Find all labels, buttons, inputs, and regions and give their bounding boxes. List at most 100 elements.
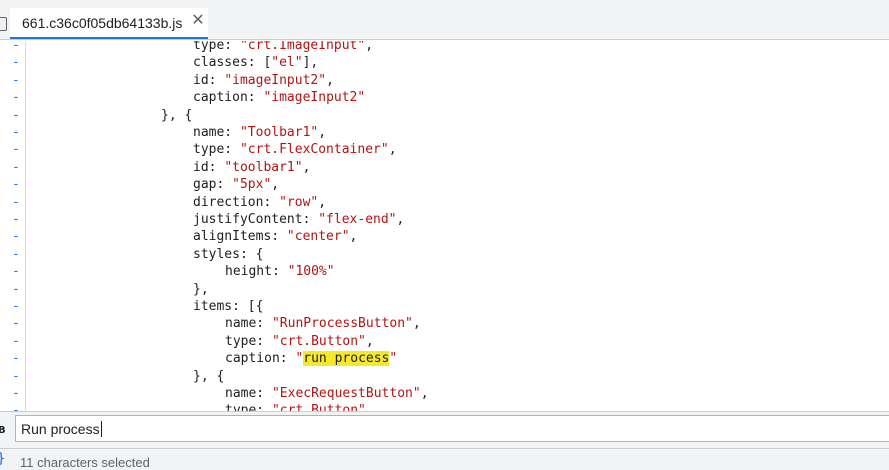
code-token: , — [412, 316, 421, 332]
code-line: - name: "RunProcessButton", — [0, 315, 889, 332]
code-line: - type: "crt.Button" — [0, 402, 889, 411]
line-marker: - — [12, 264, 20, 280]
line-marker: - — [12, 177, 20, 193]
code-token: height: — [225, 264, 288, 280]
code-token: , — [318, 194, 327, 210]
search-input[interactable]: Run process — [15, 415, 889, 442]
line-marker: - — [12, 316, 20, 332]
line-marker: - — [12, 281, 20, 297]
code-line: - alignItems: "center", — [0, 228, 889, 245]
code-text: name: "Toolbar1", — [193, 124, 326, 141]
line-marker: - — [12, 229, 20, 245]
code-token: , — [388, 142, 397, 158]
line-marker: - — [12, 55, 20, 71]
string-literal: " — [389, 351, 398, 367]
string-literal: "crt.FlexContainer" — [239, 142, 389, 158]
line-marker: - — [12, 72, 20, 88]
code-line: - id: "toolbar1", — [0, 159, 889, 176]
code-line: - name: "ExecRequestButton", — [0, 385, 889, 402]
code-line: - caption: "run process" — [0, 350, 889, 367]
code-line: - }, { — [0, 107, 889, 124]
code-text: alignItems: "center", — [193, 228, 357, 245]
code-text: name: "RunProcessButton", — [225, 315, 421, 332]
code-token: , — [271, 177, 280, 193]
search-input-value: Run process — [21, 420, 100, 437]
code-line: - classes: ["el"], — [0, 54, 889, 71]
code-text: type: "crt.ImageInput", — [193, 41, 373, 54]
code-text: gap: "5px", — [193, 176, 279, 193]
code-token: }, { — [193, 368, 225, 384]
string-literal: "flex-end" — [318, 212, 397, 227]
code-token: gap: — [193, 177, 233, 193]
code-token: ], — [302, 55, 319, 71]
code-line: -}, — [0, 281, 889, 298]
code-line: - name: "Toolbar1", — [0, 124, 889, 141]
code-text: caption: "run process" — [225, 350, 397, 367]
code-line: - id: "imageInput2", — [0, 72, 889, 89]
code-token: type: — [193, 142, 240, 158]
code-token: , — [349, 229, 358, 245]
line-marker: - — [12, 159, 20, 175]
line-marker: - — [12, 212, 20, 227]
code-token: caption: — [225, 351, 296, 367]
code-editor[interactable]: - type: "crt.ImageInput", - classes: ["el"]… — [0, 41, 889, 411]
code-text: type: "crt.Button", — [225, 333, 374, 350]
string-literal: "crt.ImageInput" — [239, 41, 366, 53]
code-text: }, { — [161, 107, 192, 124]
code-text: id: "imageInput2", — [193, 72, 334, 89]
window-top-strip — [0, 0, 889, 8]
line-marker: - — [12, 125, 20, 140]
match-case-icon[interactable]: B — [0, 425, 6, 436]
line-marker: - — [12, 299, 20, 314]
string-literal: "toolbar1" — [224, 159, 303, 175]
editor-tab-bar: 661.c36c0f05db64133b.js ✕ — [0, 8, 889, 40]
string-literal: "row" — [279, 194, 319, 210]
string-literal: "crt.Button" — [271, 333, 366, 349]
line-marker: - — [12, 246, 20, 262]
text-caret — [100, 420, 102, 437]
code-text: id: "toolbar1", — [193, 159, 310, 176]
code-text: type: "crt.Button" — [225, 402, 366, 411]
code-text: name: "ExecRequestButton", — [225, 385, 429, 402]
code-token: }, { — [161, 107, 193, 123]
code-line: -}, { — [0, 368, 889, 385]
code-token: , — [420, 386, 429, 401]
code-token: name: — [225, 386, 272, 401]
code-text: styles: { — [193, 246, 263, 263]
search-match-highlight: run process — [303, 351, 390, 367]
code-token: id: — [193, 72, 225, 88]
pretty-print-icon[interactable]: } — [0, 451, 5, 467]
close-icon[interactable]: ✕ — [190, 13, 206, 29]
code-text: caption: "imageInput2" — [193, 89, 365, 106]
code-line: - caption: "imageInput2" — [0, 89, 889, 106]
code-token: caption: — [193, 90, 264, 106]
code-text: }, — [193, 281, 209, 298]
code-token: type: — [225, 333, 272, 349]
line-marker: - — [12, 194, 20, 210]
line-marker: - — [12, 90, 20, 106]
string-literal: "ExecRequestButton" — [271, 386, 421, 401]
line-marker: - — [12, 107, 20, 123]
tab-file[interactable]: 661.c36c0f05db64133b.js ✕ — [10, 8, 208, 39]
code-token: name: — [225, 316, 272, 332]
code-text: justifyContent: "flex-end", — [193, 211, 404, 228]
code-line: - type: "crt.ImageInput", — [0, 41, 889, 54]
code-token: , — [326, 72, 334, 88]
line-marker: - — [12, 41, 20, 53]
code-token: , — [302, 159, 311, 175]
code-token: type: — [225, 403, 272, 411]
code-token: direction: — [193, 194, 280, 210]
code-line: - type: "crt.FlexContainer", — [0, 141, 889, 158]
line-marker: - — [12, 403, 20, 411]
code-line: - justifyContent: "flex-end", — [0, 211, 889, 228]
line-marker: - — [12, 386, 20, 401]
toggle-navigator-icon[interactable] — [0, 17, 7, 31]
selection-status: 11 characters selected — [20, 455, 150, 470]
code-line: - gap: "5px", — [0, 176, 889, 193]
code-text: classes: ["el"], — [193, 54, 318, 71]
code-token: }, — [193, 281, 209, 297]
line-marker: - — [12, 142, 20, 158]
code-token: justifyContent: — [193, 212, 319, 227]
string-literal: "imageInput2" — [224, 72, 327, 88]
string-literal: "center" — [286, 229, 350, 245]
